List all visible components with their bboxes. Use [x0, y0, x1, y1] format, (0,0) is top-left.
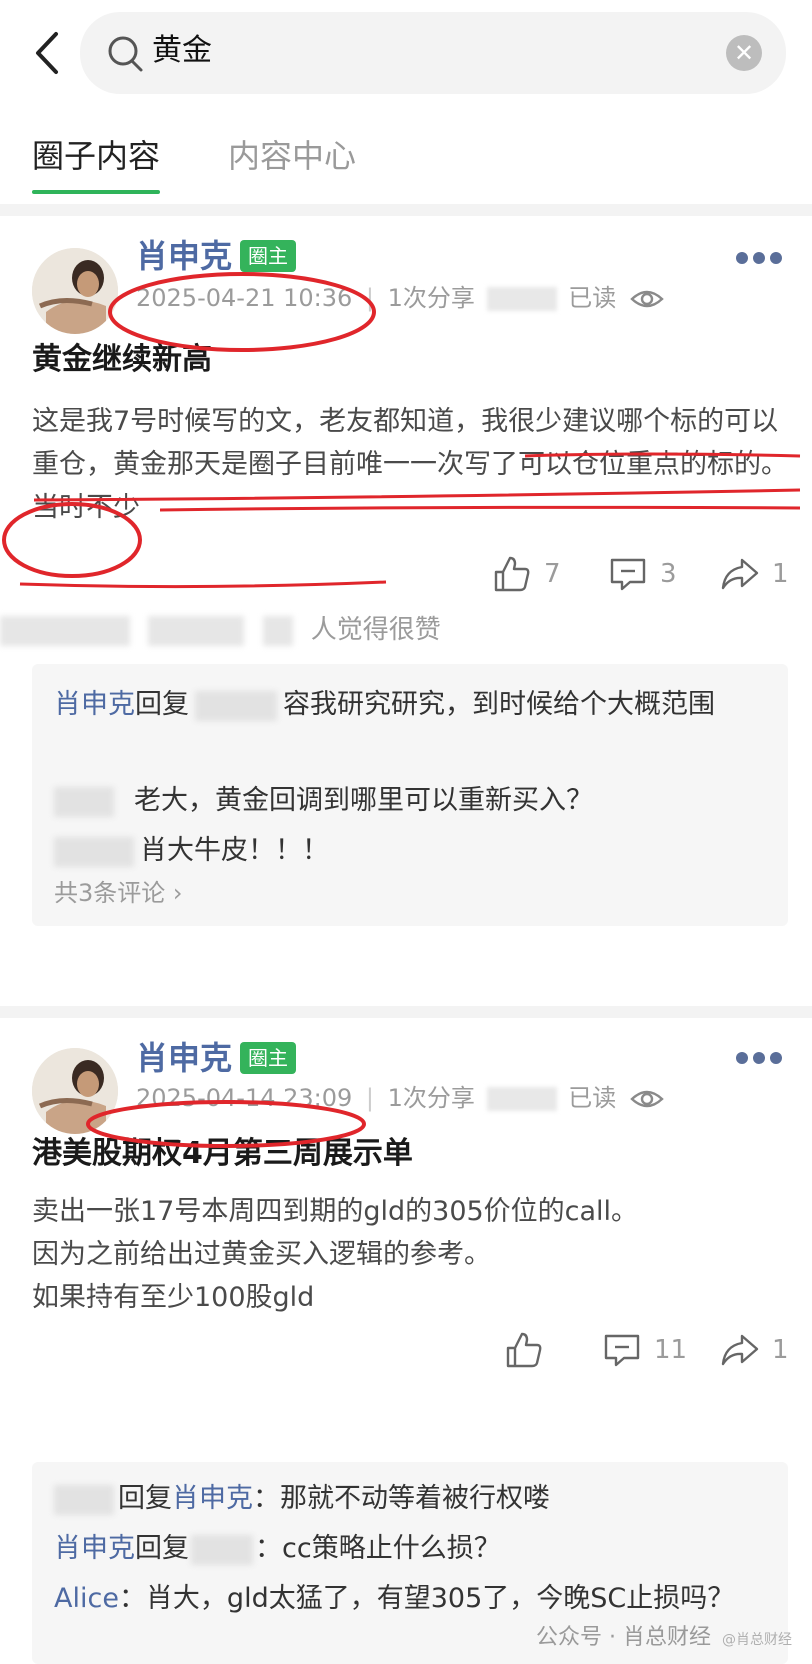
share-icon: [721, 1334, 759, 1366]
comment-author[interactable]: 肖申克: [172, 1483, 253, 1514]
clear-search-icon[interactable]: ✕: [726, 35, 762, 71]
comment-text: 肖大牛皮！！！: [140, 835, 329, 866]
comment-text: 容我研究研究，到时候给个大概范围: [283, 689, 715, 720]
blurred-read-count: [486, 1087, 557, 1111]
comment-button[interactable]: 11: [602, 1328, 687, 1372]
avatar[interactable]: [32, 1048, 118, 1134]
reply-verb: 回复: [135, 1533, 189, 1564]
post-actions: 11 1: [0, 1328, 812, 1372]
more-options-icon[interactable]: [736, 1052, 782, 1066]
post-meta: 2025-04-21 10:36 | 1次分享 已读: [136, 282, 664, 314]
comment-text: ：cc策略止什么损？: [255, 1533, 501, 1564]
comment-text: 老大，黄金回调到哪里可以重新买入？: [134, 785, 593, 816]
comment-section: 肖申克回复 容我研究研究，到时候给个大概范围 老大，黄金回调到哪里可以重新买入？ …: [32, 664, 788, 926]
comment-text: ：那就不动等着被行权喽: [253, 1483, 550, 1514]
likers-suffix: 人觉得很赞: [310, 615, 441, 645]
like-button[interactable]: 7: [492, 552, 561, 596]
comment-item[interactable]: Alice：肖大，gld太猛了，有望305了，今晚SC止损吗？: [54, 1578, 766, 1620]
meta-separator: |: [365, 284, 375, 312]
owner-badge: 圈主: [240, 1042, 296, 1074]
more-options-icon[interactable]: [736, 252, 782, 266]
share-button[interactable]: 1: [720, 1328, 789, 1372]
read-label: 已读: [568, 1084, 617, 1112]
eye-icon: [630, 1090, 664, 1108]
reply-verb: 回复: [118, 1483, 172, 1514]
thumbs-up-icon: [506, 1332, 542, 1368]
post-body[interactable]: 卖出一张17号本周四到期的gld的305价位的call。 因为之前给出过黄金买入…: [32, 1190, 792, 1319]
avatar[interactable]: [32, 248, 118, 334]
post-datetime: 2025-04-14 23:09: [136, 1084, 353, 1112]
watermark: 公众号 · 肖总财经 @肖总财经: [536, 1624, 792, 1654]
back-arrow-icon[interactable]: [28, 28, 68, 78]
post-actions: 7 3 1: [0, 552, 812, 596]
likers-line[interactable]: 人觉得很赞: [0, 612, 441, 648]
blurred-user: [54, 786, 114, 817]
post-meta: 2025-04-14 23:09 | 1次分享 已读: [136, 1082, 664, 1114]
comment-button[interactable]: 3: [608, 552, 677, 596]
share-icon: [721, 558, 759, 590]
watermark-handle: @肖总财经: [722, 1632, 792, 1648]
section-divider: [0, 1006, 812, 1018]
blurred-user: [54, 836, 134, 867]
comment-icon: [610, 558, 646, 591]
like-count: 7: [544, 559, 561, 589]
active-tab-indicator: [32, 190, 160, 194]
meta-separator: |: [365, 1084, 375, 1112]
author-name[interactable]: 肖申克: [136, 1038, 232, 1078]
author-name[interactable]: 肖申克: [136, 236, 232, 276]
watermark-text: 公众号 · 肖总财经: [536, 1625, 711, 1650]
search-bar[interactable]: 黄金 ✕: [80, 12, 786, 94]
blurred-user: [191, 1534, 253, 1565]
eye-icon: [630, 290, 664, 308]
post-card: 肖申克 圈主 2025-04-21 10:36 | 1次分享 已读 黄金继续新高…: [0, 216, 812, 1006]
thumbs-up-icon: [494, 556, 530, 592]
share-count: 1: [772, 1335, 789, 1365]
body-line: 因为之前给出过黄金买入逻辑的参考。: [32, 1239, 491, 1270]
tab-content-center[interactable]: 内容中心: [228, 134, 356, 178]
blurred-liker: [148, 615, 245, 646]
blurred-liker: [0, 615, 130, 646]
blurred-user: [54, 1484, 114, 1515]
comment-author[interactable]: 肖申克: [54, 1533, 135, 1564]
comment-count: 11: [654, 1335, 688, 1365]
comment-author[interactable]: Alice: [54, 1583, 119, 1614]
comment-item[interactable]: 肖大牛皮！！！: [54, 830, 766, 872]
post-body[interactable]: 这是我7号时候写的文，老友都知道，我很少建议哪个标的可以重仓，黄金那天是圈子目前…: [32, 400, 792, 529]
view-all-comments[interactable]: 共3条评论 ›: [54, 876, 183, 910]
read-label: 已读: [568, 284, 617, 312]
tab-circle-content[interactable]: 圈子内容: [32, 134, 160, 178]
search-icon: [108, 36, 143, 72]
comment-item[interactable]: 肖申克回复 容我研究研究，到时候给个大概范围: [54, 684, 766, 726]
tab-bar: 圈子内容 内容中心: [0, 120, 812, 198]
comment-icon: [604, 1334, 640, 1367]
reply-verb: 回复: [135, 689, 189, 720]
comment-item[interactable]: 老大，黄金回调到哪里可以重新买入？: [54, 780, 766, 822]
comment-item[interactable]: 回复肖申克：那就不动等着被行权喽: [54, 1478, 766, 1520]
share-count: 1: [772, 559, 789, 589]
comment-count: 3: [660, 559, 677, 589]
post-card: 肖申克 圈主 2025-04-14 23:09 | 1次分享 已读 港美股期权4…: [0, 1018, 812, 1664]
share-count-text: 1次分享: [387, 1084, 475, 1112]
body-line: 卖出一张17号本周四到期的gld的305价位的call。: [32, 1196, 639, 1227]
blurred-user: [195, 690, 277, 721]
post-title[interactable]: 黄金继续新高: [32, 340, 212, 380]
share-count-text: 1次分享: [387, 284, 475, 312]
search-input[interactable]: 黄金: [152, 30, 212, 72]
section-divider: [0, 204, 812, 216]
comment-item[interactable]: 肖申克回复 ：cc策略止什么损？: [54, 1528, 766, 1570]
blurred-read-count: [486, 287, 557, 311]
comment-author[interactable]: 肖申克: [54, 689, 135, 720]
blurred-liker: [262, 615, 293, 646]
body-line: 如果持有至少100股gld: [32, 1282, 315, 1313]
like-button[interactable]: [504, 1328, 556, 1372]
post-datetime: 2025-04-21 10:36: [136, 284, 353, 312]
post-title[interactable]: 港美股期权4月第三周展示单: [32, 1134, 413, 1174]
owner-badge: 圈主: [240, 240, 296, 272]
share-button[interactable]: 1: [720, 552, 789, 596]
top-bar: 黄金 ✕: [0, 0, 812, 110]
comment-text: ：肖大，gld太猛了，有望305了，今晚SC止损吗？: [118, 1583, 735, 1614]
